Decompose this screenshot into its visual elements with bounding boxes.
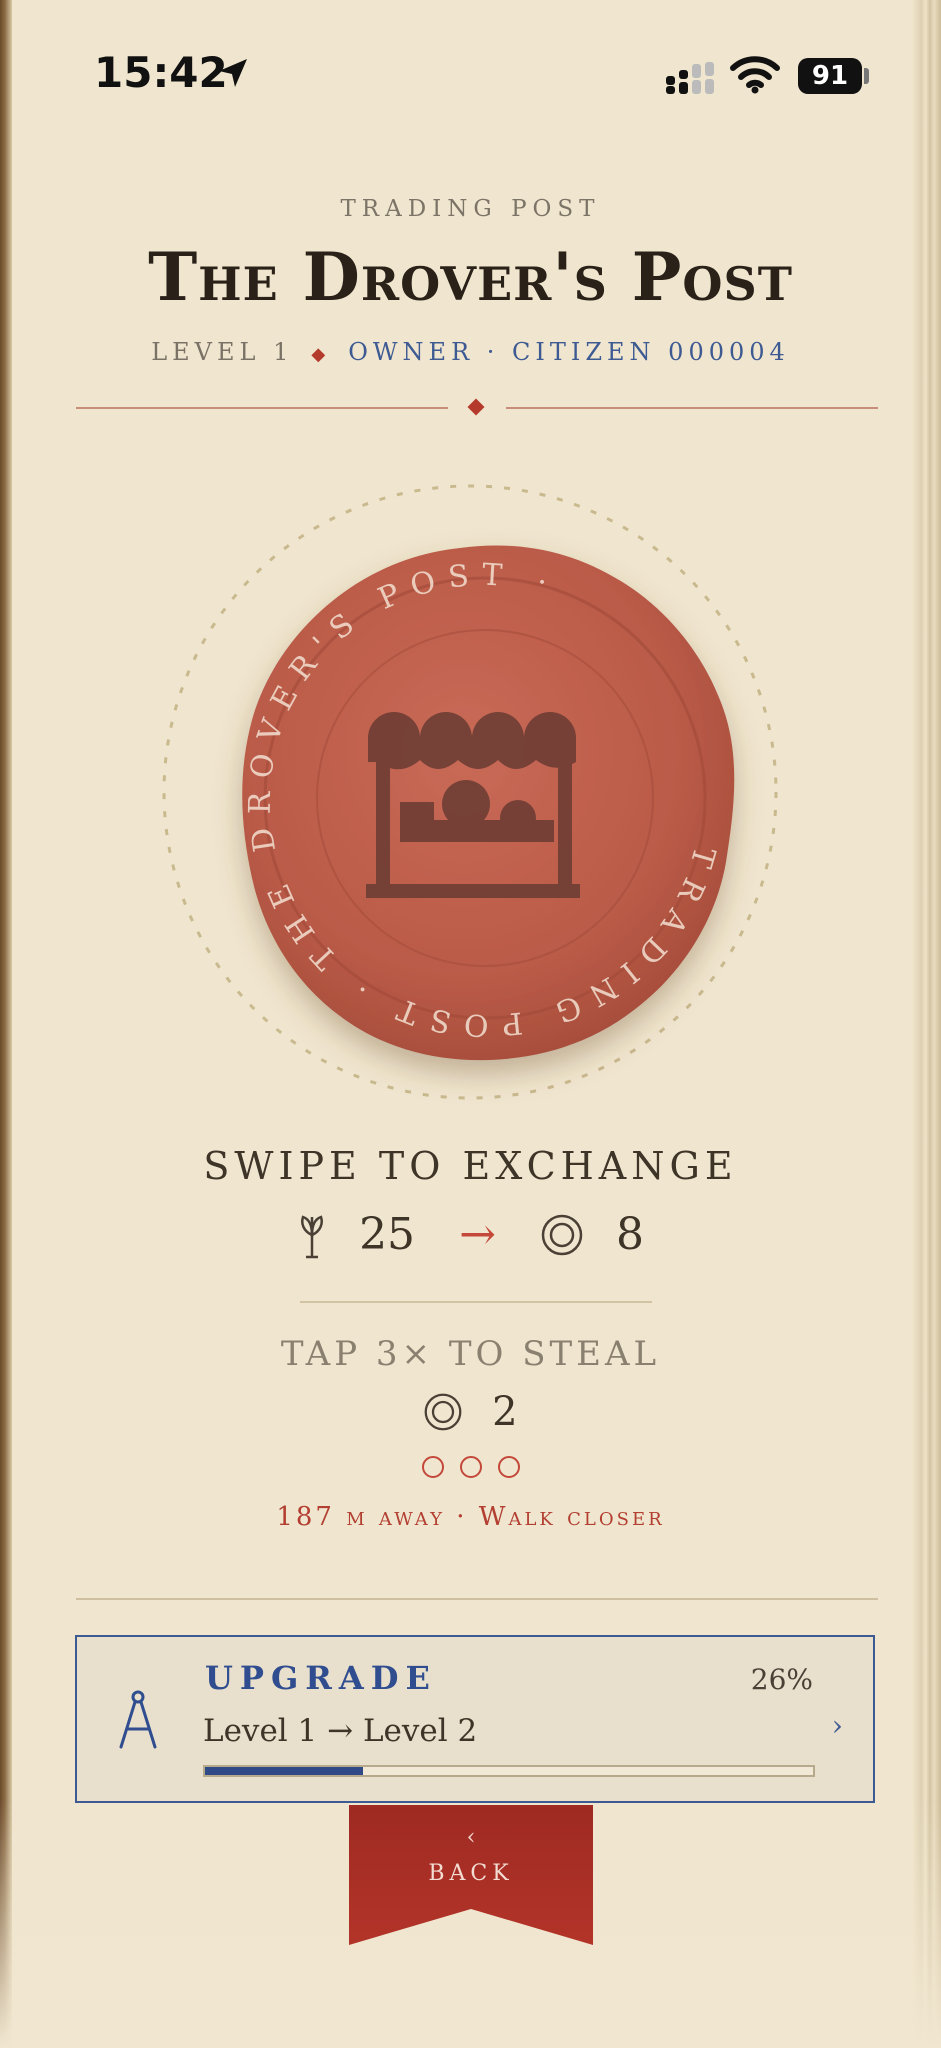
coin-icon — [424, 1393, 462, 1431]
steal-amount: 2 — [0, 1386, 941, 1442]
upgrade-label: UPGRADE — [205, 1659, 437, 1697]
tap-progress — [0, 1456, 941, 1482]
steal-amount-value: 2 — [492, 1389, 518, 1435]
post-meta: LEVEL 1 ◆ OWNER · CITIZEN 000004 — [0, 338, 941, 366]
back-label: BACK — [428, 1861, 514, 1886]
owner-label: OWNER · CITIZEN 000004 — [348, 338, 790, 366]
exchange-arrow-icon: → — [459, 1209, 496, 1260]
upgrade-percent: 26% — [750, 1663, 813, 1696]
status-time: 15:42 — [94, 48, 228, 97]
status-bar: 15:42 91 — [0, 0, 941, 150]
tap-to-steal-label[interactable]: TAP 3× TO STEAL — [0, 1334, 941, 1374]
upgrade-progress-fill — [205, 1767, 364, 1775]
wifi-icon — [730, 56, 780, 94]
swipe-to-exchange-label[interactable]: SWIPE TO EXCHANGE — [0, 1144, 941, 1188]
get-amount: 8 — [615, 1209, 644, 1260]
battery-cap — [864, 68, 869, 84]
page-kicker: TRADING POST — [340, 196, 601, 222]
compass-icon — [119, 1690, 157, 1749]
chevron-right-icon: › — [831, 1709, 843, 1742]
battery-indicator: 91 — [798, 58, 862, 94]
upgrade-card[interactable]: UPGRADE 26% Level 1 → Level 2 › — [75, 1635, 875, 1803]
chevron-left-icon: ‹ — [466, 1825, 476, 1850]
back-button[interactable]: ‹ BACK — [349, 1805, 593, 1945]
upgrade-progress-bar — [203, 1765, 815, 1777]
header-divider — [76, 398, 878, 418]
section-divider — [76, 1598, 878, 1600]
section-divider — [300, 1301, 652, 1303]
page-title: The Drover's Post — [148, 238, 793, 316]
diamond-separator-icon: ◆ — [311, 344, 331, 365]
tap-dot — [459, 1456, 482, 1478]
divider-diamond-icon — [467, 398, 485, 416]
upgrade-route: Level 1 → Level 2 — [203, 1713, 478, 1749]
cellular-signal-icon — [666, 62, 714, 94]
tap-dot — [421, 1456, 444, 1478]
location-arrow-icon — [219, 59, 247, 87]
coin-icon — [541, 1214, 583, 1255]
grain-icon — [301, 1214, 324, 1258]
give-amount: 25 — [359, 1209, 416, 1260]
tap-dot — [497, 1456, 520, 1478]
level-label: LEVEL 1 — [151, 338, 294, 366]
distance-warning: 187 m away · Walk closer — [276, 1502, 665, 1532]
wax-seal[interactable]: TRADING POST · THE DROVER'S POST · — [160, 480, 780, 1120]
exchange-rate[interactable]: 25 → 8 — [0, 1206, 941, 1266]
